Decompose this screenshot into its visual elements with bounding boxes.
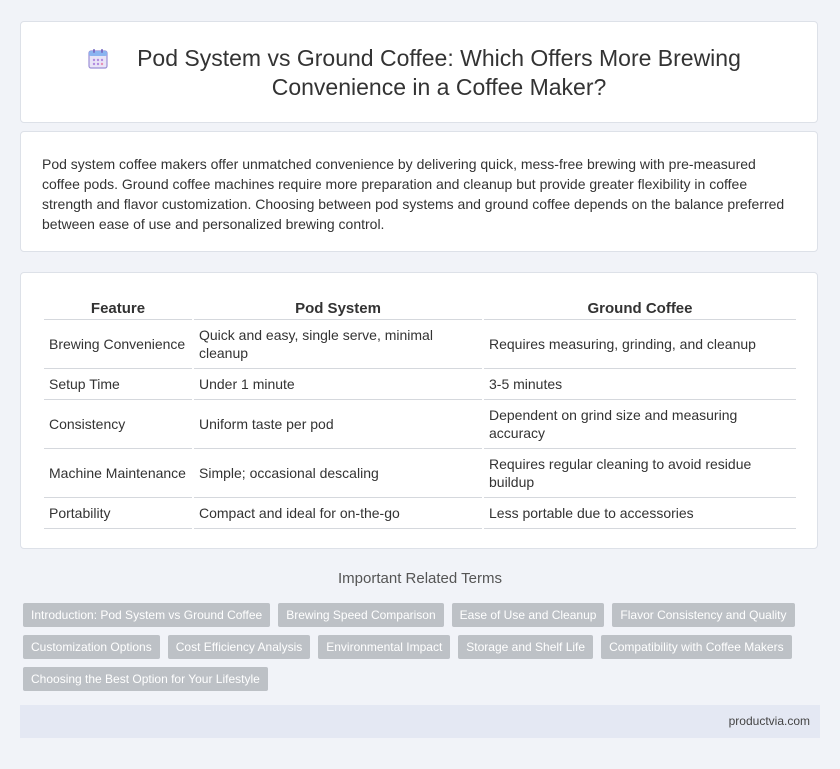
table-cell: Under 1 minute — [194, 369, 482, 400]
table-cell: Consistency — [44, 400, 192, 449]
table-cell: Dependent on grind size and measuring ac… — [484, 400, 796, 449]
table-cell: Machine Maintenance — [44, 449, 192, 498]
table-cell: Simple; occasional descaling — [194, 449, 482, 498]
related-terms-list: Introduction: Pod System vs Ground Coffe… — [23, 603, 803, 691]
table-cell: Less portable due to accessories — [484, 498, 796, 529]
comparison-card: Feature Pod System Ground Coffee Brewing… — [20, 272, 818, 549]
related-term-tag[interactable]: Flavor Consistency and Quality — [612, 603, 795, 627]
table-header-row: Feature Pod System Ground Coffee — [44, 295, 796, 320]
related-term-tag[interactable]: Brewing Speed Comparison — [278, 603, 444, 627]
related-term-tag[interactable]: Ease of Use and Cleanup — [451, 603, 605, 627]
table-cell: 3-5 minutes — [484, 369, 796, 400]
related-term-tag[interactable]: Introduction: Pod System vs Ground Coffe… — [23, 603, 271, 627]
table-cell: Uniform taste per pod — [194, 400, 482, 449]
comparison-table: Feature Pod System Ground Coffee Brewing… — [42, 295, 798, 529]
table-row: Machine Maintenance Simple; occasional d… — [44, 449, 796, 498]
table-cell: Quick and easy, single serve, minimal cl… — [194, 320, 482, 369]
intro-card: Pod system coffee makers offer unmatched… — [20, 131, 818, 252]
related-term-tag[interactable]: Compatibility with Coffee Makers — [601, 635, 792, 659]
page-title: Pod System vs Ground Coffee: Which Offer… — [137, 45, 741, 100]
column-header-feature: Feature — [44, 295, 192, 320]
column-header-pod-system: Pod System — [194, 295, 482, 320]
table-cell: Setup Time — [44, 369, 192, 400]
table-cell: Portability — [44, 498, 192, 529]
table-cell: Compact and ideal for on-the-go — [194, 498, 482, 529]
table-cell: Brewing Convenience — [44, 320, 192, 369]
intro-paragraph: Pod system coffee makers offer unmatched… — [42, 156, 785, 232]
table-cell: Requires measuring, grinding, and cleanu… — [484, 320, 796, 369]
table-row: Brewing Convenience Quick and easy, sing… — [44, 320, 796, 369]
footer: productvia.com — [20, 705, 820, 738]
related-term-tag[interactable]: Environmental Impact — [318, 635, 451, 659]
column-header-ground-coffee: Ground Coffee — [484, 295, 796, 320]
title-card: Pod System vs Ground Coffee: Which Offer… — [20, 21, 818, 123]
related-term-tag[interactable]: Customization Options — [23, 635, 160, 659]
related-term-tag[interactable]: Storage and Shelf Life — [458, 635, 594, 659]
related-term-tag[interactable]: Cost Efficiency Analysis — [167, 635, 311, 659]
table-cell: Requires regular cleaning to avoid resid… — [484, 449, 796, 498]
related-term-tag[interactable]: Choosing the Best Option for Your Lifest… — [23, 667, 268, 691]
related-terms-heading: Important Related Terms — [338, 570, 502, 587]
table-row: Consistency Uniform taste per pod Depend… — [44, 400, 796, 449]
footer-site-link[interactable]: productvia.com — [729, 714, 810, 728]
table-row: Setup Time Under 1 minute 3-5 minutes — [44, 369, 796, 400]
table-row: Portability Compact and ideal for on-the… — [44, 498, 796, 529]
